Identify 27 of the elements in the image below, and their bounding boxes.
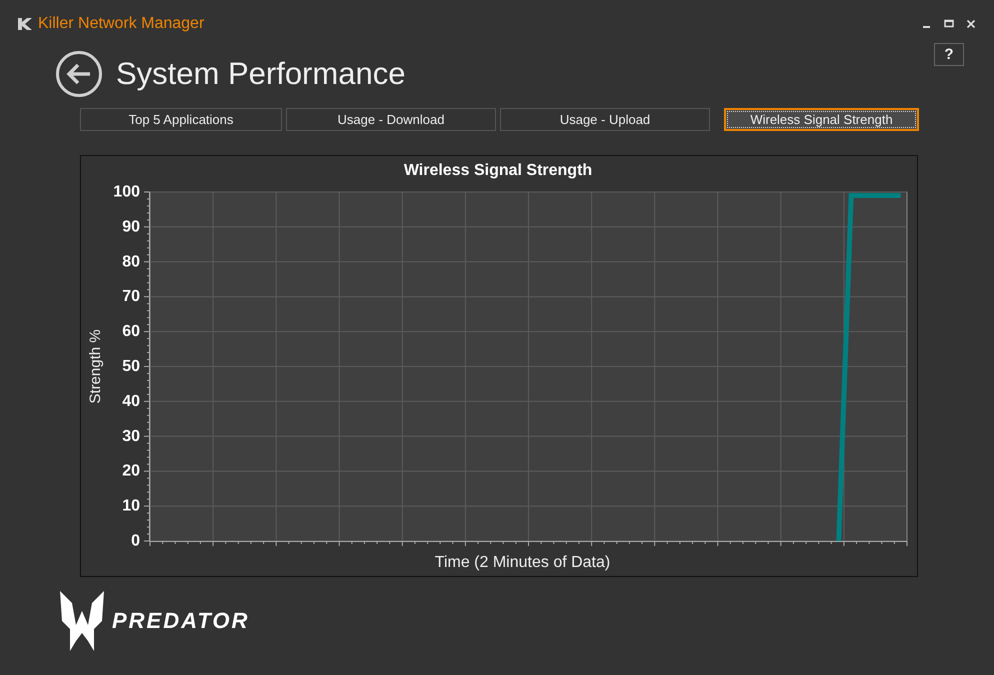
close-icon[interactable]: [966, 19, 976, 29]
y-tick-label: 0: [131, 532, 140, 550]
y-axis-label: Strength %: [87, 329, 104, 404]
y-tick-label: 20: [122, 462, 140, 480]
y-tick-label: 70: [122, 288, 140, 306]
tab[interactable]: Top 5 Applications: [80, 108, 282, 131]
brand-name: PREDATOR: [112, 608, 250, 634]
y-tick-label: 10: [122, 498, 140, 515]
claw-logo-icon: [58, 591, 106, 651]
y-tick-label: 60: [122, 323, 140, 340]
y-tick-label: 50: [122, 358, 140, 375]
help-button[interactable]: ?: [934, 43, 964, 66]
logo-icon: [18, 18, 32, 30]
y-tick-label: 40: [122, 392, 140, 410]
y-tick-label: 80: [122, 253, 140, 270]
maximize-icon[interactable]: [944, 19, 954, 29]
y-tick-label: 100: [113, 184, 140, 200]
tab[interactable]: Usage - Download: [286, 108, 496, 131]
y-tick-label: 90: [122, 218, 140, 236]
tab[interactable]: Usage - Upload: [500, 108, 710, 131]
window-title: Killer Network Manager: [38, 15, 204, 33]
page-title: System Performance: [116, 56, 406, 92]
tab[interactable]: Wireless Signal Strength: [724, 108, 919, 131]
back-icon[interactable]: [55, 50, 103, 98]
chart-title: Wireless Signal Strength: [404, 162, 592, 179]
y-tick-label: 30: [122, 428, 140, 445]
x-axis-label: Time (2 Minutes of Data): [434, 554, 610, 571]
